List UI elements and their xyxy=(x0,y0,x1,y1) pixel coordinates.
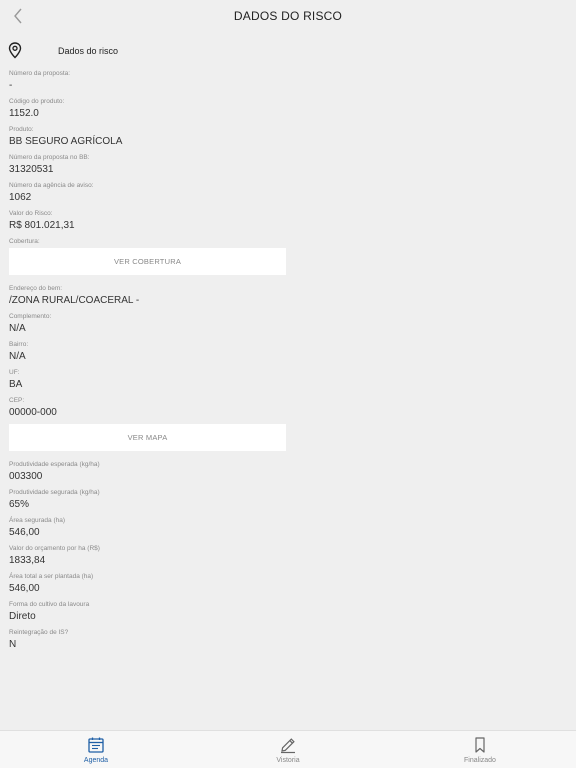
field-value: Direto xyxy=(9,611,36,622)
field-label: Reintegração de IS? xyxy=(9,629,69,636)
tab-vistoria[interactable]: Vistoria xyxy=(192,731,384,768)
field-value: 00000-000 xyxy=(9,407,57,418)
field-label: Código do produto: xyxy=(9,98,65,105)
field-value: 1062 xyxy=(9,192,32,203)
field-value: N/A xyxy=(9,351,26,362)
field-codigo-produto: Código do produto: 1152.0 xyxy=(9,97,289,125)
tab-finalizado[interactable]: Finalizado xyxy=(384,731,576,768)
field-agencia-aviso: Número da agência de aviso: 1062 xyxy=(9,181,289,209)
section-title: Dados do risco xyxy=(58,45,119,56)
cobertura-label: Cobertura: xyxy=(9,238,40,245)
pencil-icon xyxy=(281,738,295,754)
field-produtividade-esperada: Produtividade esperada (kg/ha) 003300 xyxy=(9,460,289,488)
field-complemento: Complemento: N/A xyxy=(9,312,289,340)
section-header: Dados do risco xyxy=(8,42,118,59)
field-produtividade-segurada: Produtividade segurada (kg/ha) 65% xyxy=(9,488,289,516)
field-value: 1833,84 xyxy=(9,555,46,566)
field-bairro: Bairro: N/A xyxy=(9,340,289,368)
field-numero-proposta: Número da proposta: - xyxy=(9,69,289,97)
field-label: Produtividade esperada (kg/ha) xyxy=(9,461,100,468)
field-label: Bairro: xyxy=(9,341,29,348)
field-valor-risco: Valor do Risco: R$ 801.021,31 xyxy=(9,209,289,237)
field-label: Endereço do bem: xyxy=(9,285,63,292)
ver-mapa-button[interactable]: VER MAPA xyxy=(9,424,286,451)
field-label: UF: xyxy=(9,369,20,376)
field-value: 1152.0 xyxy=(9,108,39,119)
field-label: Valor do orçamento por ha (R$) xyxy=(9,545,100,552)
bottom-tab-bar: Agenda Vistoria Finalizado xyxy=(0,730,576,768)
field-value: BB SEGURO AGRÍCOLA xyxy=(9,136,123,147)
field-label: CEP: xyxy=(9,397,25,404)
tab-label: Agenda xyxy=(83,757,109,764)
field-value: /ZONA RURAL/COACERAL - xyxy=(9,295,140,306)
cobertura-label-row: Cobertura: xyxy=(9,237,289,248)
field-value: R$ 801.021,31 xyxy=(9,220,75,231)
field-produto: Produto: BB SEGURO AGRÍCOLA xyxy=(9,125,289,153)
field-cep: CEP: 00000-000 xyxy=(9,396,289,424)
field-label: Complemento: xyxy=(9,313,52,320)
field-label: Número da agência de aviso: xyxy=(9,182,94,189)
field-label: Número da proposta: xyxy=(9,70,71,77)
field-area-segurada: Área segurada (ha) 546,00 xyxy=(9,516,289,544)
page-title: DADOS DO RISCO xyxy=(233,9,343,23)
field-label: Forma do cultivo da lavoura xyxy=(9,601,90,608)
field-uf: UF: BA xyxy=(9,368,289,396)
field-label: Área total a ser plantada (ha) xyxy=(9,573,94,580)
calendar-icon xyxy=(88,737,104,753)
field-value: 546,00 xyxy=(9,527,40,538)
field-label: Produto: xyxy=(9,126,34,133)
field-label: Número da proposta no BB: xyxy=(9,154,90,161)
field-numero-proposta-bb: Número da proposta no BB: 31320531 xyxy=(9,153,289,181)
location-pin-icon xyxy=(8,42,22,59)
field-area-total: Área total a ser plantada (ha) 546,00 xyxy=(9,572,289,600)
field-reintegracao: Reintegração de IS? N xyxy=(9,628,289,656)
risk-details: Número da proposta: - Código do produto:… xyxy=(9,69,289,656)
field-valor-orcamento: Valor do orçamento por ha (R$) 1833,84 xyxy=(9,544,289,572)
field-label: Valor do Risco: xyxy=(9,210,53,217)
field-value: - xyxy=(9,80,13,91)
field-value: 31320531 xyxy=(9,164,54,175)
field-value: N/A xyxy=(9,323,26,334)
header: DADOS DO RISCO xyxy=(0,0,576,32)
ver-cobertura-button[interactable]: VER COBERTURA xyxy=(9,248,286,275)
tab-agenda[interactable]: Agenda xyxy=(0,731,192,768)
field-value: 003300 xyxy=(9,471,43,482)
field-forma-cultivo: Forma do cultivo da lavoura Direto xyxy=(9,600,289,628)
bookmark-icon xyxy=(475,737,485,753)
field-label: Produtividade segurada (kg/ha) xyxy=(9,489,100,496)
tab-label: Vistoria xyxy=(276,757,300,764)
field-value: 546,00 xyxy=(9,583,40,594)
field-value: BA xyxy=(9,379,23,390)
field-value: N xyxy=(9,639,17,650)
field-value: 65% xyxy=(9,499,30,510)
field-label: Área segurada (ha) xyxy=(9,517,66,524)
field-endereco: Endereço do bem: /ZONA RURAL/COACERAL - xyxy=(9,284,289,312)
tab-label: Finalizado xyxy=(464,757,496,764)
